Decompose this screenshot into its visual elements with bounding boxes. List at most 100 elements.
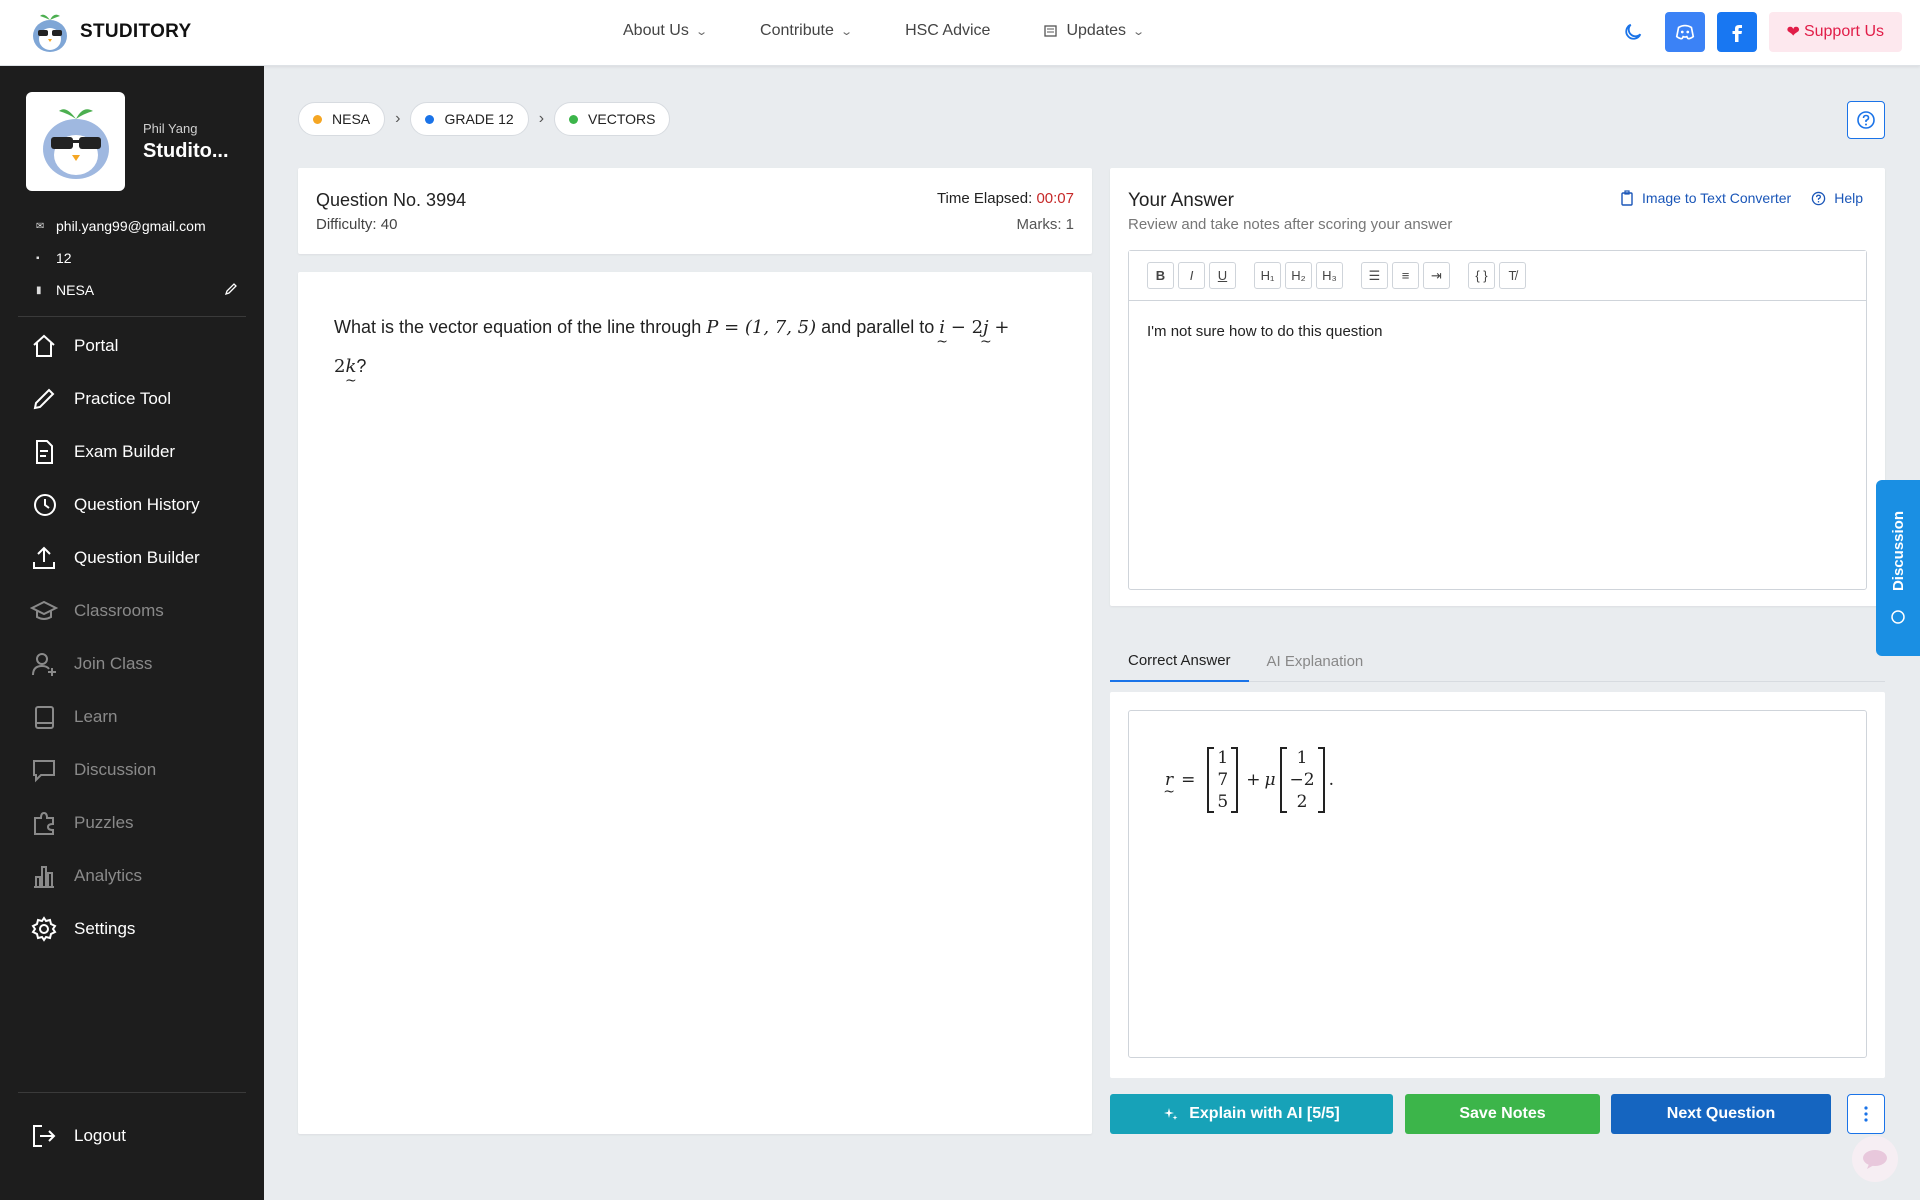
sidebar-item-practice-tool[interactable]: Practice Tool (30, 372, 200, 425)
indent-button[interactable]: ⇥ (1423, 262, 1450, 289)
main-nav: About Us ⌄ Contribute ⌄ HSC Advice Updat… (623, 22, 1197, 40)
sidebar-item-question-builder[interactable]: Question Builder (30, 531, 200, 584)
logout-label: Logout (74, 1126, 126, 1145)
explain-label: Explain with AI [5/5] (1189, 1105, 1340, 1122)
heading2-button[interactable]: H₂ (1285, 262, 1312, 289)
sidebar-item-classrooms[interactable]: Classrooms (30, 584, 200, 637)
answer-title: Your Answer (1128, 190, 1234, 211)
answer-links: Image to Text Converter Help (1620, 190, 1863, 206)
matrix-entry: 7 (1217, 770, 1229, 790)
bullet-list-button[interactable]: ☰ (1361, 262, 1388, 289)
correct-answer-panel: r = 1 7 5 + μ 1 −2 2 . (1110, 692, 1885, 1078)
tab-ai-explanation[interactable]: AI Explanation (1249, 640, 1382, 682)
vector-direction: 1 −2 2 (1279, 747, 1325, 813)
more-options-button[interactable] (1847, 1094, 1885, 1134)
sidebar-item-question-history[interactable]: Question History (30, 478, 200, 531)
braces-icon: { } (1475, 268, 1488, 283)
question-header: Question No. 3994 Difficulty: 40 Time El… (298, 168, 1092, 254)
home-icon (33, 334, 55, 357)
sidebar-item-learn[interactable]: Learn (30, 690, 200, 743)
sidebar-item-puzzles[interactable]: Puzzles (30, 796, 200, 849)
nav-contribute[interactable]: Contribute ⌄ (760, 22, 853, 40)
tab-correct-answer[interactable]: Correct Answer (1110, 640, 1249, 682)
math-period: . (1328, 770, 1334, 790)
editor-toolbar: B I U H₁ H₂ H₃ ☰ ≡ ⇥ { } T̸ (1129, 251, 1866, 301)
sidebar-item-label: Classrooms (74, 600, 164, 620)
code-button[interactable]: { } (1468, 262, 1495, 289)
grade-icon: ▪ (36, 252, 40, 264)
sidebar-item-label: Portal (74, 335, 119, 355)
nav-about-us[interactable]: About Us ⌄ (623, 22, 708, 40)
sidebar-divider (18, 316, 246, 317)
nav-hsc-label: HSC Advice (905, 22, 991, 39)
sidebar-item-label: Learn (74, 706, 118, 726)
heading3-button[interactable]: H₃ (1316, 262, 1343, 289)
italic-button[interactable]: I (1178, 262, 1205, 289)
help-button[interactable] (1847, 101, 1885, 139)
nav-updates[interactable]: Updates ⌄ (1044, 22, 1145, 40)
sidebar-item-portal[interactable]: Portal (30, 319, 200, 372)
brand-logo[interactable]: STUDITORY (26, 8, 191, 56)
help-link[interactable]: Help (1811, 190, 1863, 206)
sidebar-item-join-class[interactable]: Join Class (30, 637, 200, 690)
numbered-list-button[interactable]: ≡ (1392, 262, 1419, 289)
breadcrumb-nesa[interactable]: NESA (298, 102, 386, 136)
document-icon (36, 439, 53, 464)
correct-answer-math: r = 1 7 5 + μ 1 −2 2 . (1165, 747, 1334, 813)
correct-answer-box: r = 1 7 5 + μ 1 −2 2 . (1128, 710, 1867, 1058)
sidebar-item-settings[interactable]: Settings (30, 902, 200, 955)
question-text-part: ? (356, 356, 367, 376)
edit-pencil-icon[interactable] (224, 282, 238, 296)
indent-icon: ⇥ (1431, 267, 1442, 283)
sidebar-item-discussion[interactable]: Discussion (30, 743, 200, 796)
sidebar-item-label: Question History (74, 494, 200, 514)
matrix-entry: 1 (1296, 748, 1308, 768)
sidebar-item-exam-builder[interactable]: Exam Builder (30, 425, 200, 478)
explain-with-ai-button[interactable]: Explain with AI [5/5] (1110, 1094, 1393, 1134)
matrix-entry: −2 (1289, 770, 1315, 790)
chat-bubble-icon (1863, 1150, 1887, 1169)
answer-subtitle: Review and take notes after scoring your… (1128, 216, 1453, 233)
image-to-text-link[interactable]: Image to Text Converter (1620, 190, 1791, 206)
chevron-down-icon: ⌄ (840, 25, 853, 38)
breadcrumb-topic[interactable]: VECTORS (554, 102, 671, 136)
save-notes-button[interactable]: Save Notes (1405, 1094, 1600, 1134)
discussion-tab-label: Discussion (1889, 510, 1907, 592)
breadcrumb: NESA › GRADE 12 › VECTORS (298, 102, 671, 136)
heading1-button[interactable]: H₁ (1254, 262, 1281, 289)
avatar[interactable] (26, 92, 125, 191)
logout-button[interactable]: Logout (30, 1122, 126, 1150)
breadcrumb-grade[interactable]: GRADE 12 (410, 102, 529, 136)
vector-r: r (1165, 770, 1173, 790)
graduation-cap-icon (30, 600, 58, 620)
sidebar-item-label: Analytics (74, 865, 143, 885)
nav-contribute-label: Contribute (760, 22, 834, 39)
profile-username: Studito... (143, 139, 229, 162)
profile-name: Phil Yang (143, 120, 198, 136)
clear-format-button[interactable]: T̸ (1499, 262, 1526, 289)
dark-mode-toggle[interactable] (1613, 12, 1653, 52)
newspaper-icon (1044, 25, 1058, 37)
matrix-entry: 1 (1217, 748, 1229, 768)
bold-button[interactable]: B (1147, 262, 1174, 289)
next-question-button[interactable]: Next Question (1611, 1094, 1831, 1134)
user-profile: Phil Yang Studito... (26, 92, 229, 191)
facebook-button[interactable] (1716, 12, 1757, 52)
nav-hsc-advice[interactable]: HSC Advice (905, 22, 990, 40)
timer-value: 00:07 (1036, 190, 1074, 207)
sidebar-item-analytics[interactable]: Analytics (30, 849, 200, 902)
answer-textarea[interactable]: I'm not sure how to do this question (1129, 301, 1866, 589)
vector-point: 1 7 5 (1207, 747, 1239, 813)
discussion-side-tab[interactable]: Discussion (1876, 480, 1920, 656)
puzzle-icon (34, 811, 54, 835)
chat-widget-button[interactable] (1852, 1136, 1898, 1182)
bold-icon: B (1155, 268, 1166, 283)
support-us-button[interactable]: ❤ Support Us (1768, 12, 1902, 52)
sidebar-item-label: Settings (74, 918, 136, 938)
math-equals: = (1181, 770, 1196, 790)
discord-button[interactable] (1664, 12, 1705, 52)
chevron-right-icon: › (395, 110, 401, 127)
support-label: Support Us (1803, 23, 1884, 40)
profile-grade: 12 (56, 250, 72, 266)
underline-button[interactable]: U (1209, 262, 1236, 289)
